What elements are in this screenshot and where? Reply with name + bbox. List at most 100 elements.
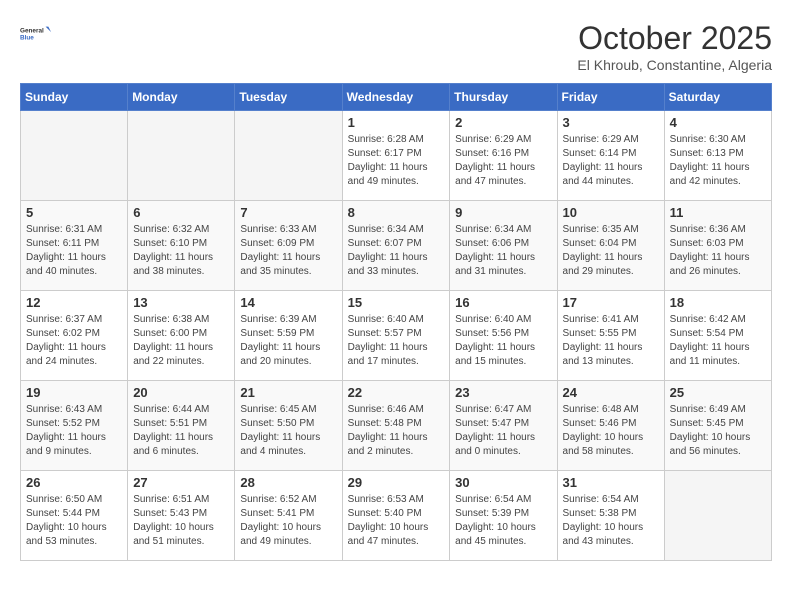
calendar-cell	[21, 111, 128, 201]
day-info: Sunrise: 6:54 AM Sunset: 5:39 PM Dayligh…	[455, 493, 551, 549]
header-saturday: Saturday	[664, 84, 771, 111]
header-thursday: Thursday	[450, 84, 557, 111]
page-header: GeneralBlue General Blue October 2025 El…	[20, 20, 772, 73]
location-subtitle: El Khroub, Constantine, Algeria	[577, 57, 772, 73]
calendar-table: Sunday Monday Tuesday Wednesday Thursday…	[20, 83, 772, 561]
calendar-cell: 1 Sunrise: 6:28 AM Sunset: 6:17 PM Daylig…	[342, 111, 450, 201]
day-info: Sunrise: 6:50 AM Sunset: 5:44 PM Dayligh…	[26, 493, 122, 549]
day-number: 2	[455, 115, 551, 130]
day-info: Sunrise: 6:42 AM Sunset: 5:54 PM Dayligh…	[670, 313, 766, 369]
day-info: Sunrise: 6:38 AM Sunset: 6:00 PM Dayligh…	[133, 313, 229, 369]
day-number: 5	[26, 205, 122, 220]
day-info: Sunrise: 6:40 AM Sunset: 5:56 PM Dayligh…	[455, 313, 551, 369]
calendar-cell: 22 Sunrise: 6:46 AM Sunset: 5:48 PM Dayli…	[342, 381, 450, 471]
calendar-cell	[664, 471, 771, 561]
day-number: 7	[240, 205, 336, 220]
header-friday: Friday	[557, 84, 664, 111]
calendar-cell: 20Sunrise: 6:44 AM Sunset: 5:51 PM Dayli…	[128, 381, 235, 471]
logo-icon: GeneralBlue	[20, 20, 52, 48]
day-info: Sunrise: 6:45 AM Sunset: 5:50 PM Dayligh…	[240, 403, 336, 459]
week-row-4: 19 Sunrise: 6:43 AM Sunset: 5:52 PM Dayli…	[21, 381, 772, 471]
day-number: 22	[348, 385, 445, 400]
day-info: Sunrise: 6:28 AM Sunset: 6:17 PM Dayligh…	[348, 133, 445, 189]
calendar-cell: 25 Sunrise: 6:49 AM Sunset: 5:45 PM Dayli…	[664, 381, 771, 471]
day-info: Sunrise: 6:40 AM Sunset: 5:57 PM Dayligh…	[348, 313, 445, 369]
day-number: 15	[348, 295, 445, 310]
calendar-cell: 18 Sunrise: 6:42 AM Sunset: 5:54 PM Dayli…	[664, 291, 771, 381]
day-number: 16	[455, 295, 551, 310]
day-info: Sunrise: 6:53 AM Sunset: 5:40 PM Dayligh…	[348, 493, 445, 549]
header-tuesday: Tuesday	[235, 84, 342, 111]
day-number: 28	[240, 475, 336, 490]
calendar-cell: 23 Sunrise: 6:47 AM Sunset: 5:47 PM Dayli…	[450, 381, 557, 471]
day-info: Sunrise: 6:29 AM Sunset: 6:16 PM Dayligh…	[455, 133, 551, 189]
day-info: Sunrise: 6:46 AM Sunset: 5:48 PM Dayligh…	[348, 403, 445, 459]
calendar-cell: 26 Sunrise: 6:50 AM Sunset: 5:44 PM Dayli…	[21, 471, 128, 561]
svg-text:General: General	[20, 28, 44, 35]
header-monday: Monday	[128, 84, 235, 111]
day-number: 26	[26, 475, 122, 490]
calendar-cell	[128, 111, 235, 201]
day-info: Sunrise: 6:34 AM Sunset: 6:06 PM Dayligh…	[455, 223, 551, 279]
calendar-cell: 6Sunrise: 6:32 AM Sunset: 6:10 PM Daylig…	[128, 201, 235, 291]
calendar-cell: 3 Sunrise: 6:29 AM Sunset: 6:14 PM Daylig…	[557, 111, 664, 201]
header-wednesday: Wednesday	[342, 84, 450, 111]
svg-text:Blue: Blue	[20, 34, 34, 41]
title-block: October 2025 El Khroub, Constantine, Alg…	[577, 20, 772, 73]
day-number: 8	[348, 205, 445, 220]
day-number: 10	[563, 205, 659, 220]
calendar-cell: 19 Sunrise: 6:43 AM Sunset: 5:52 PM Dayli…	[21, 381, 128, 471]
calendar-cell: 7 Sunrise: 6:33 AM Sunset: 6:09 PM Daylig…	[235, 201, 342, 291]
day-number: 17	[563, 295, 659, 310]
day-number: 27	[133, 475, 229, 490]
day-info: Sunrise: 6:37 AM Sunset: 6:02 PM Dayligh…	[26, 313, 122, 369]
day-number: 3	[563, 115, 659, 130]
month-title: October 2025	[577, 20, 772, 57]
calendar-cell: 29 Sunrise: 6:53 AM Sunset: 5:40 PM Dayli…	[342, 471, 450, 561]
day-number: 13	[133, 295, 229, 310]
day-info: Sunrise: 6:33 AM Sunset: 6:09 PM Dayligh…	[240, 223, 336, 279]
day-info: Sunrise: 6:47 AM Sunset: 5:47 PM Dayligh…	[455, 403, 551, 459]
day-info: Sunrise: 6:36 AM Sunset: 6:03 PM Dayligh…	[670, 223, 766, 279]
calendar-cell: 17 Sunrise: 6:41 AM Sunset: 5:55 PM Dayli…	[557, 291, 664, 381]
day-number: 6	[133, 205, 229, 220]
calendar-header-row: Sunday Monday Tuesday Wednesday Thursday…	[21, 84, 772, 111]
day-number: 18	[670, 295, 766, 310]
day-number: 9	[455, 205, 551, 220]
calendar-cell: 5 Sunrise: 6:31 AM Sunset: 6:11 PM Daylig…	[21, 201, 128, 291]
day-info: Sunrise: 6:34 AM Sunset: 6:07 PM Dayligh…	[348, 223, 445, 279]
day-number: 25	[670, 385, 766, 400]
day-number: 1	[348, 115, 445, 130]
header-sunday: Sunday	[21, 84, 128, 111]
day-info: Sunrise: 6:41 AM Sunset: 5:55 PM Dayligh…	[563, 313, 659, 369]
day-info: Sunrise: 6:48 AM Sunset: 5:46 PM Dayligh…	[563, 403, 659, 459]
day-info: Sunrise: 6:54 AM Sunset: 5:38 PM Dayligh…	[563, 493, 659, 549]
day-number: 14	[240, 295, 336, 310]
calendar-cell: 8 Sunrise: 6:34 AM Sunset: 6:07 PM Daylig…	[342, 201, 450, 291]
day-info: Sunrise: 6:29 AM Sunset: 6:14 PM Dayligh…	[563, 133, 659, 189]
calendar-cell: 11 Sunrise: 6:36 AM Sunset: 6:03 PM Dayli…	[664, 201, 771, 291]
calendar-cell: 10Sunrise: 6:35 AM Sunset: 6:04 PM Dayli…	[557, 201, 664, 291]
day-number: 21	[240, 385, 336, 400]
logo: GeneralBlue General Blue	[20, 20, 52, 48]
calendar-cell: 30 Sunrise: 6:54 AM Sunset: 5:39 PM Dayli…	[450, 471, 557, 561]
day-info: Sunrise: 6:52 AM Sunset: 5:41 PM Dayligh…	[240, 493, 336, 549]
day-info: Sunrise: 6:31 AM Sunset: 6:11 PM Dayligh…	[26, 223, 122, 279]
day-info: Sunrise: 6:49 AM Sunset: 5:45 PM Dayligh…	[670, 403, 766, 459]
day-info: Sunrise: 6:43 AM Sunset: 5:52 PM Dayligh…	[26, 403, 122, 459]
day-number: 23	[455, 385, 551, 400]
week-row-2: 5 Sunrise: 6:31 AM Sunset: 6:11 PM Daylig…	[21, 201, 772, 291]
calendar-cell: 14Sunrise: 6:39 AM Sunset: 5:59 PM Dayli…	[235, 291, 342, 381]
day-number: 4	[670, 115, 766, 130]
day-number: 19	[26, 385, 122, 400]
day-number: 29	[348, 475, 445, 490]
calendar-cell: 4Sunrise: 6:30 AM Sunset: 6:13 PM Daylig…	[664, 111, 771, 201]
week-row-3: 12Sunrise: 6:37 AM Sunset: 6:02 PM Dayli…	[21, 291, 772, 381]
day-info: Sunrise: 6:44 AM Sunset: 5:51 PM Dayligh…	[133, 403, 229, 459]
calendar-cell: 16 Sunrise: 6:40 AM Sunset: 5:56 PM Dayli…	[450, 291, 557, 381]
week-row-5: 26 Sunrise: 6:50 AM Sunset: 5:44 PM Dayli…	[21, 471, 772, 561]
calendar-cell	[235, 111, 342, 201]
calendar-cell: 13 Sunrise: 6:38 AM Sunset: 6:00 PM Dayli…	[128, 291, 235, 381]
day-number: 11	[670, 205, 766, 220]
day-number: 30	[455, 475, 551, 490]
